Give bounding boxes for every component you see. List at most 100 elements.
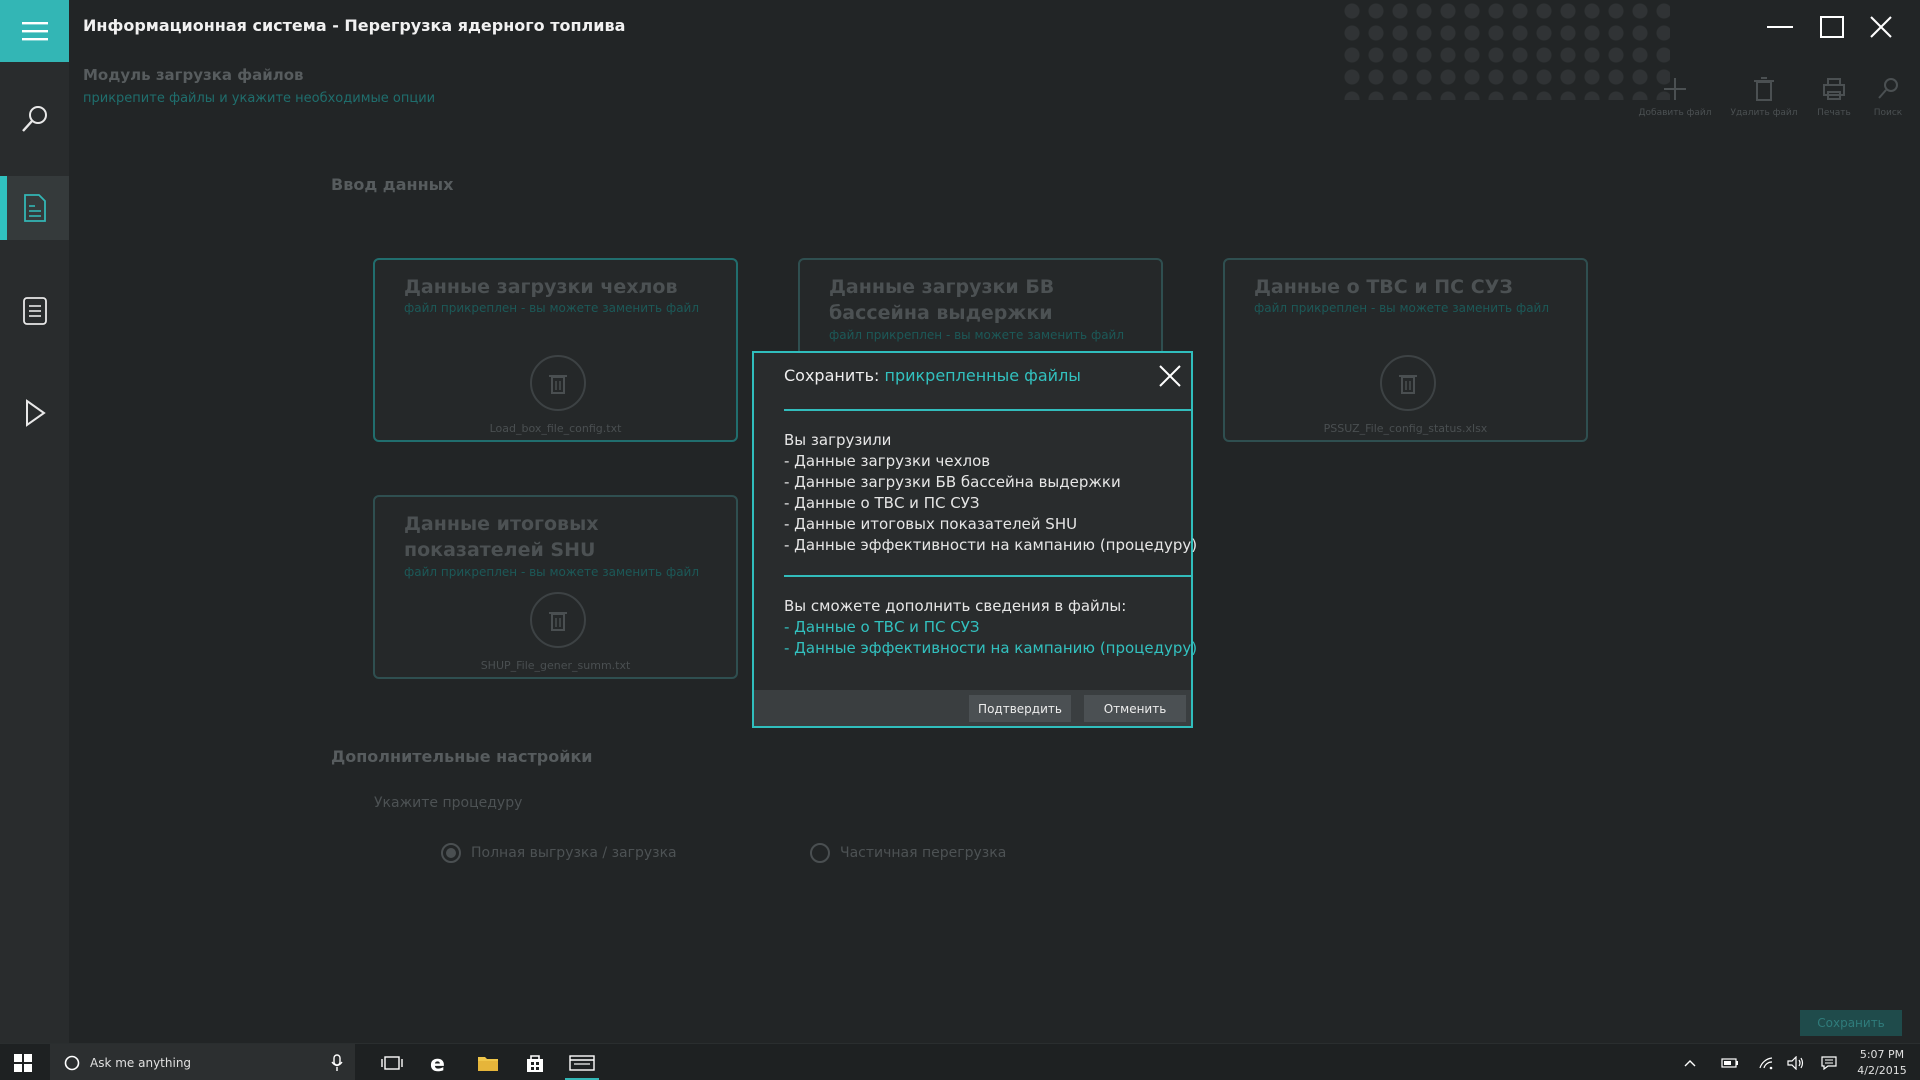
close-icon bbox=[1870, 16, 1892, 38]
printer-icon bbox=[1823, 78, 1845, 100]
nav-list[interactable] bbox=[0, 279, 69, 343]
close-icon bbox=[1159, 365, 1181, 387]
store-button[interactable] bbox=[512, 1044, 558, 1080]
search-tool-button[interactable]: Поиск bbox=[1848, 76, 1920, 118]
edge-icon: e bbox=[430, 1052, 445, 1074]
wifi-icon bbox=[1759, 1056, 1773, 1069]
taskbar-search-box[interactable]: Ask me anything bbox=[50, 1044, 355, 1080]
uploaded-heading: Вы загрузили bbox=[784, 431, 892, 449]
microphone-icon[interactable] bbox=[331, 1053, 343, 1072]
card-status: файл прикреплен - вы можете заменить фай… bbox=[404, 565, 700, 579]
card-delete-button[interactable] bbox=[530, 355, 586, 411]
card-title: Данные загрузки чехлов bbox=[404, 276, 678, 298]
maximize-icon bbox=[1820, 16, 1844, 38]
additional-settings-heading: Дополнительные настройки bbox=[331, 747, 593, 766]
dialog-divider bbox=[784, 409, 1193, 411]
save-button[interactable]: Сохранить bbox=[1800, 1010, 1902, 1036]
upload-card-covers[interactable]: Данные загрузки чехлов файл прикреплен -… bbox=[373, 258, 738, 442]
delete-file-button[interactable]: Удалить файл bbox=[1724, 76, 1804, 118]
minimize-button[interactable] bbox=[1760, 10, 1800, 44]
uploaded-item: - Данные загрузки БВ бассейна выдержки bbox=[784, 473, 1121, 491]
upload-card-tvs[interactable]: Данные о ТВС и ПС СУЗ файл прикреплен - … bbox=[1223, 258, 1588, 442]
volume-button[interactable] bbox=[1782, 1044, 1810, 1080]
uploaded-list: Вы загрузили - Данные загрузки чехлов - … bbox=[784, 430, 1197, 556]
confirm-button[interactable]: Подтвердить bbox=[969, 695, 1071, 722]
hamburger-icon bbox=[21, 22, 48, 41]
minimize-icon bbox=[1767, 26, 1793, 28]
card-delete-button[interactable] bbox=[1380, 355, 1436, 411]
radio-partial-reload[interactable]: Частичная перегрузка bbox=[810, 843, 1006, 863]
dialog-footer: Подтвердить Отменить bbox=[754, 690, 1191, 726]
save-dialog: Сохранить: прикрепленные файлы Вы загруз… bbox=[752, 351, 1197, 728]
plus-icon bbox=[1664, 78, 1686, 100]
network-button[interactable] bbox=[1752, 1044, 1780, 1080]
nav-documents[interactable] bbox=[0, 176, 69, 240]
store-bag-icon bbox=[527, 1054, 543, 1072]
file-explorer-button[interactable] bbox=[465, 1044, 511, 1080]
speaker-icon bbox=[1787, 1055, 1804, 1070]
supplement-item: - Данные о ТВС и ПС СУЗ bbox=[784, 618, 980, 636]
module-subtitle: прикрепите файлы и укажите необходимые о… bbox=[83, 91, 436, 106]
app-title: Информационная система - Перегрузка ядер… bbox=[83, 16, 626, 35]
hamburger-menu-button[interactable] bbox=[0, 0, 69, 62]
nav-play[interactable] bbox=[0, 381, 69, 445]
battery-button[interactable] bbox=[1716, 1044, 1744, 1080]
maximize-button[interactable] bbox=[1812, 10, 1852, 44]
left-rail bbox=[0, 0, 69, 1043]
card-title: Данные итоговых показателей SHU bbox=[404, 513, 599, 561]
start-button[interactable] bbox=[0, 1044, 46, 1080]
radio-label: Полная выгрузка / загрузка bbox=[471, 845, 677, 861]
card-filename: SHUP_File_gener_summ.txt bbox=[480, 659, 631, 672]
app-window-icon bbox=[569, 1054, 595, 1071]
clock-time: 5:07 PM bbox=[1859, 1048, 1905, 1061]
notification-icon bbox=[1821, 1055, 1837, 1070]
uploaded-item: - Данные о ТВС и ПС СУЗ bbox=[784, 494, 980, 512]
card-delete-button[interactable] bbox=[530, 592, 586, 648]
close-window-button[interactable] bbox=[1861, 10, 1901, 44]
document-icon bbox=[23, 194, 46, 222]
task-view-button[interactable] bbox=[369, 1044, 415, 1080]
app-window: Информационная система - Перегрузка ядер… bbox=[0, 0, 1920, 1080]
radio-indicator bbox=[810, 843, 830, 863]
nav-search[interactable] bbox=[0, 87, 69, 151]
dialog-divider bbox=[784, 575, 1193, 577]
upload-card-shu[interactable]: Данные итоговых показателей SHU файл при… bbox=[373, 495, 738, 679]
radio-full-unload[interactable]: Полная выгрузка / загрузка bbox=[441, 843, 677, 863]
card-filename: PSSUZ_File_config_status.xlsx bbox=[1323, 422, 1488, 435]
svg-text:e: e bbox=[430, 1052, 445, 1074]
card-title: Данные о ТВС и ПС СУЗ bbox=[1254, 276, 1513, 298]
supplement-list: Вы сможете дополнить сведения в файлы: -… bbox=[784, 596, 1197, 659]
folder-icon bbox=[478, 1056, 498, 1071]
list-icon bbox=[22, 297, 47, 325]
trash-icon bbox=[1399, 375, 1417, 394]
procedure-label: Укажите процедуру bbox=[374, 795, 523, 811]
active-app-button[interactable] bbox=[559, 1044, 605, 1080]
add-file-label: Добавить файл bbox=[1638, 108, 1712, 118]
trash-icon bbox=[1754, 77, 1774, 101]
taskbar-clock[interactable]: 5:07 PM 4/2/2015 bbox=[1852, 1047, 1912, 1079]
delete-file-label: Удалить файл bbox=[1730, 108, 1798, 118]
chevron-up-icon bbox=[1684, 1059, 1696, 1066]
radio-indicator bbox=[441, 843, 461, 863]
cancel-button[interactable]: Отменить bbox=[1084, 695, 1186, 722]
taskbar: Ask me anything e 5:07 PM 4/2/2015 bbox=[0, 1043, 1920, 1080]
dialog-title: Сохранить: прикрепленные файлы bbox=[784, 366, 1081, 385]
play-icon bbox=[25, 399, 46, 427]
card-title: Данные загрузки БВ бассейна выдержки bbox=[829, 276, 1055, 324]
search-icon bbox=[1878, 78, 1898, 99]
action-center-button[interactable] bbox=[1814, 1044, 1844, 1080]
edge-browser-button[interactable]: e bbox=[417, 1044, 463, 1080]
dialog-title-prefix: Сохранить: bbox=[784, 366, 880, 385]
dialog-close-button[interactable] bbox=[1155, 361, 1185, 391]
uploaded-item: - Данные эффективности на кампанию (проц… bbox=[784, 536, 1198, 554]
supplement-heading: Вы сможете дополнить сведения в файлы: bbox=[784, 597, 1127, 615]
cortana-circle-icon bbox=[64, 1055, 80, 1070]
task-view-icon bbox=[381, 1055, 403, 1070]
trash-icon bbox=[549, 612, 567, 631]
radio-label: Частичная перегрузка bbox=[840, 845, 1007, 861]
battery-icon bbox=[1721, 1057, 1738, 1068]
show-hidden-icons-button[interactable] bbox=[1676, 1044, 1704, 1080]
card-status: файл прикреплен - вы можете заменить фай… bbox=[404, 301, 700, 315]
add-file-button[interactable]: Добавить файл bbox=[1635, 76, 1715, 118]
module-title: Модуль загрузка файлов bbox=[83, 66, 304, 84]
